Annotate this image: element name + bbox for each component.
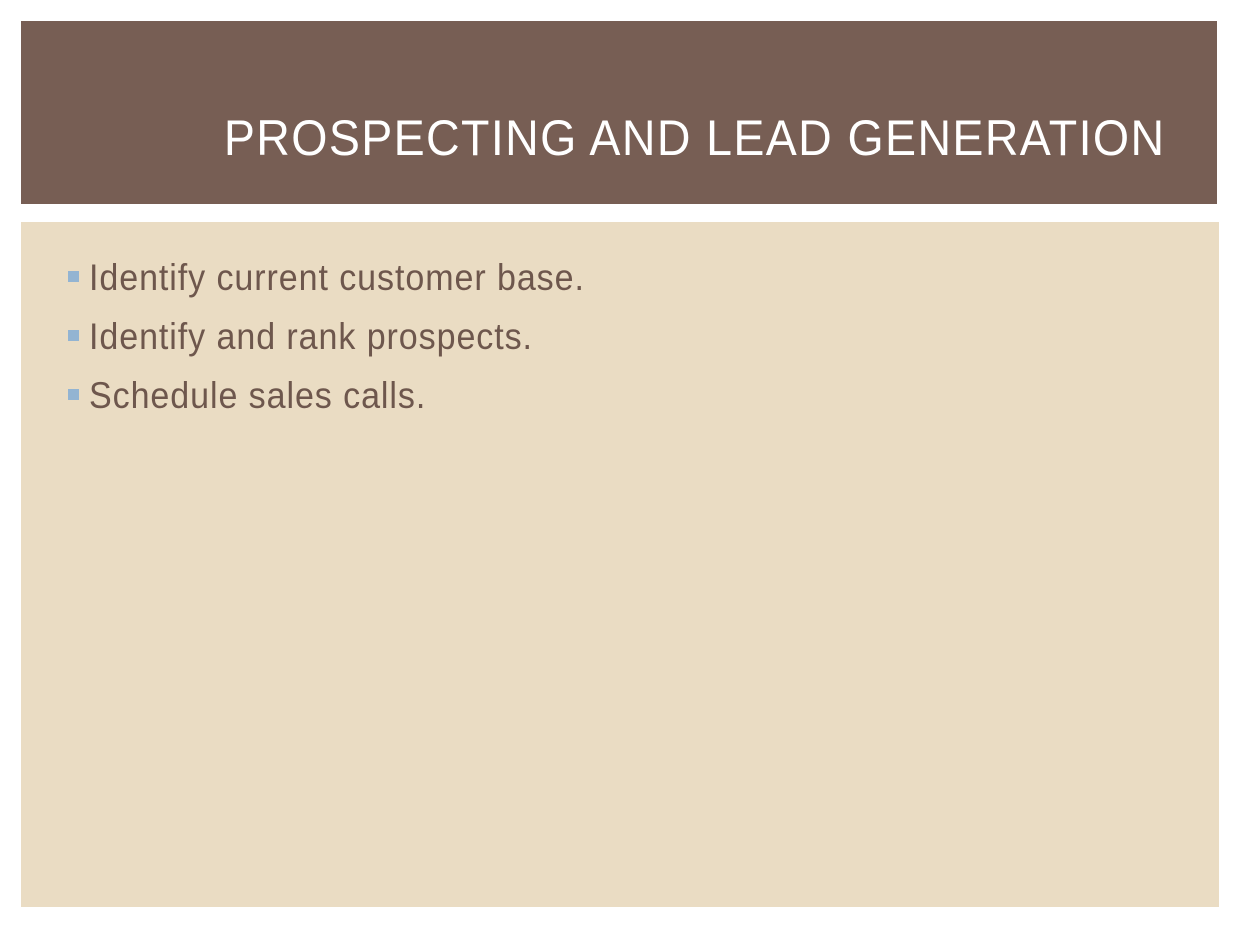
- bullet-text: Identify current customer base.: [89, 256, 585, 298]
- list-item: Identify and rank prospects.: [68, 307, 628, 366]
- list-item: Identify current customer base.: [68, 248, 628, 307]
- title-bar: PROSPECTING AND LEAD GENERATION: [21, 21, 1217, 204]
- bullet-text: Schedule sales calls.: [89, 374, 427, 416]
- square-bullet-icon: [68, 270, 79, 282]
- slide-title: PROSPECTING AND LEAD GENERATION: [223, 110, 1165, 166]
- bullet-text: Identify and rank prospects.: [89, 315, 533, 357]
- slide: PROSPECTING AND LEAD GENERATION Identify…: [0, 0, 1240, 930]
- square-bullet-icon: [68, 329, 79, 341]
- bullet-list: Identify current customer base. Identify…: [68, 248, 628, 425]
- content-area: Identify current customer base. Identify…: [21, 222, 1219, 907]
- list-item: Schedule sales calls.: [68, 366, 628, 425]
- square-bullet-icon: [68, 388, 79, 400]
